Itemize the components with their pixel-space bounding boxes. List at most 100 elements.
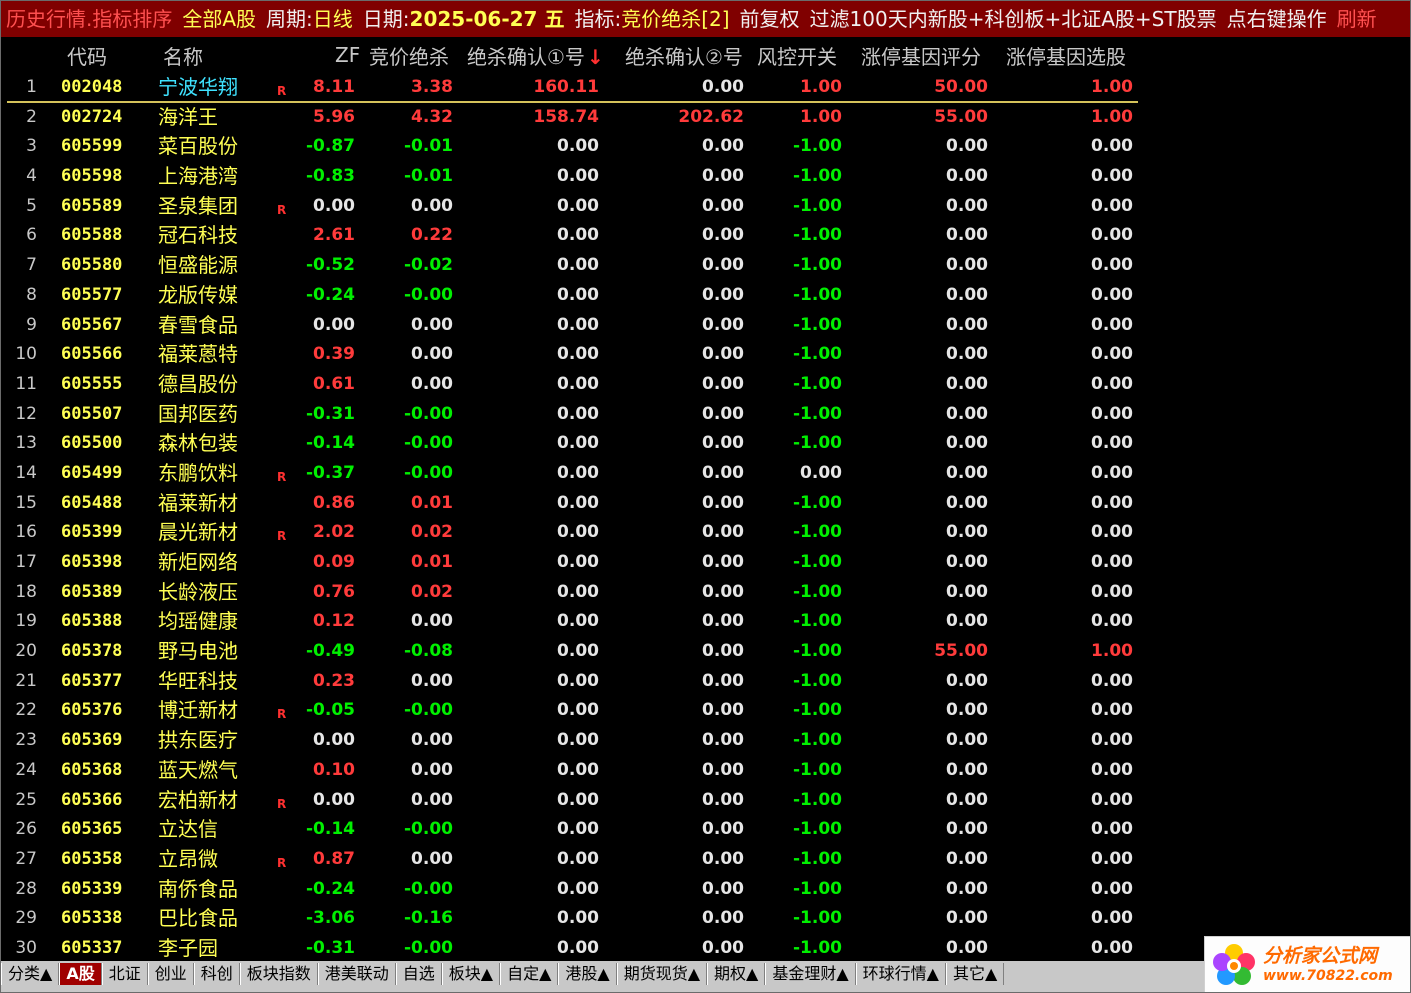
col-header-pf[interactable]: 涨停基因评分 bbox=[861, 41, 981, 70]
tab-6[interactable]: 港美联动 bbox=[317, 963, 396, 985]
col-header-name[interactable]: 名称 bbox=[163, 41, 203, 70]
stock-code: 605378 bbox=[61, 641, 123, 662]
pf-value: 0.00 bbox=[946, 314, 988, 335]
tab-14[interactable]: 环球行情▲ bbox=[855, 963, 946, 985]
stock-code: 605377 bbox=[61, 670, 123, 691]
table-row[interactable]: 1 002048 宁波华翔 R 8.11 3.38 160.11 0.00 1.00 50.00 1… bbox=[1, 73, 1410, 103]
row-index: 12 bbox=[15, 403, 37, 424]
filter-toggle[interactable]: 过滤100天内新股+科创板+北证A股+ST股票 bbox=[805, 1, 1222, 37]
fk-value: 0.00 bbox=[800, 462, 842, 483]
qr2-value: 0.00 bbox=[702, 136, 744, 157]
table-row[interactable]: 2 002724 海洋王 5.96 4.32 158.74 202.62 1.00 55.00 1… bbox=[1, 103, 1410, 133]
adjust-toggle[interactable]: 前复权 bbox=[735, 1, 805, 37]
table-row[interactable]: 18 605389 长龄液压 0.76 0.02 0.00 0.00 -1.00 0.00 0.0… bbox=[1, 578, 1410, 608]
history-quotes-title[interactable]: 历史行情.指标排序 bbox=[1, 1, 177, 37]
tab-0[interactable]: 分类▲ bbox=[1, 963, 60, 985]
table-row[interactable]: 25 605366 宏柏新材 R 0.00 0.00 0.00 0.00 -1.00 0.00 0.… bbox=[1, 786, 1410, 816]
qr2-value: 0.00 bbox=[702, 166, 744, 187]
qr1-value: 0.00 bbox=[557, 373, 599, 394]
col-header-fk[interactable]: 风控开关 bbox=[757, 41, 837, 70]
table-row[interactable]: 10 605566 福莱蒽特 0.39 0.00 0.00 0.00 -1.00 0.00 0.0… bbox=[1, 340, 1410, 370]
table-row[interactable]: 27 605358 立昂微 R 0.87 0.00 0.00 0.00 -1.00 0.00 0.0… bbox=[1, 845, 1410, 875]
stock-name: 春雪食品 bbox=[158, 312, 238, 337]
qr2-value: 0.00 bbox=[702, 641, 744, 662]
tab-3[interactable]: 创业 bbox=[147, 963, 194, 985]
col-header-code[interactable]: 代码 bbox=[67, 41, 107, 70]
table-row[interactable]: 20 605378 野马电池 -0.49 -0.08 0.00 0.00 -1.00 55.00… bbox=[1, 637, 1410, 667]
table-row[interactable]: 12 605507 国邦医药 -0.31 -0.00 0.00 0.00 -1.00 0.00 0… bbox=[1, 400, 1410, 430]
pf-value: 0.00 bbox=[946, 195, 988, 216]
stock-name: 宁波华翔 bbox=[158, 75, 238, 99]
table-row[interactable]: 30 605337 李子园 -0.31 -0.00 0.00 0.00 -1.00 0.00 0.… bbox=[1, 934, 1410, 964]
table-row[interactable]: 4 605598 上海港湾 -0.83 -0.01 0.00 0.00 -1.00 0.00 0.… bbox=[1, 162, 1410, 192]
table-row[interactable]: 28 605339 南侨食品 -0.24 -0.00 0.00 0.00 -1.00 0.00 0… bbox=[1, 875, 1410, 905]
indicator-control[interactable]: 指标:竞价绝杀[2] bbox=[569, 1, 734, 37]
jj-value: 0.00 bbox=[411, 848, 453, 869]
col-header-jj[interactable]: 竞价绝杀 bbox=[369, 41, 449, 70]
table-row[interactable]: 5 605589 圣泉集团 R 0.00 0.00 0.00 0.00 -1.00 0.00 0.0… bbox=[1, 192, 1410, 222]
fk-value: -1.00 bbox=[793, 552, 842, 572]
tab-10[interactable]: 港股▲ bbox=[558, 963, 617, 985]
tab-5[interactable]: 板块指数 bbox=[239, 963, 318, 985]
table-row[interactable]: 9 605567 春雪食品 0.00 0.00 0.00 0.00 -1.00 0.00 0.00 bbox=[1, 311, 1410, 341]
stock-name: 拱东医疗 bbox=[158, 728, 238, 753]
table-row[interactable]: 29 605338 巴比食品 -3.06 -0.16 0.00 0.00 -1.00 0.00 0… bbox=[1, 904, 1410, 934]
pf-value: 0.00 bbox=[946, 581, 988, 602]
table-row[interactable]: 14 605499 东鹏饮料 R -0.37 -0.00 0.00 0.00 0.00 0.00 0… bbox=[1, 459, 1410, 489]
table-row[interactable]: 6 605588 冠石科技 2.61 0.22 0.00 0.00 -1.00 0.00 0.00 bbox=[1, 221, 1410, 251]
xg-value: 0.00 bbox=[1091, 433, 1133, 454]
tab-13[interactable]: 基金理财▲ bbox=[765, 963, 856, 985]
table-row[interactable]: 22 605376 博迁新材 R -0.05 -0.00 0.00 0.00 -1.00 0.00… bbox=[1, 696, 1410, 726]
period-control[interactable]: 周期:日线 bbox=[261, 1, 358, 37]
refresh-button[interactable]: 刷新 bbox=[1332, 1, 1382, 37]
pf-value: 0.00 bbox=[946, 937, 988, 958]
col-header-qr2[interactable]: 绝杀确认②号 bbox=[625, 41, 743, 70]
col-header-qr1[interactable]: 绝杀确认①号 ↓ bbox=[467, 41, 604, 70]
tab-9[interactable]: 自定▲ bbox=[500, 963, 559, 985]
table-row[interactable]: 26 605365 立达信 -0.14 -0.00 0.00 0.00 -1.00 0.00 0.… bbox=[1, 815, 1410, 845]
stock-name: 福莱新材 bbox=[158, 490, 238, 515]
table-row[interactable]: 21 605377 华旺科技 0.23 0.00 0.00 0.00 -1.00 0.00 0.0… bbox=[1, 667, 1410, 697]
jj-value: 0.00 bbox=[411, 611, 453, 632]
stock-name: 晨光新材 bbox=[158, 520, 238, 545]
table-row[interactable]: 16 605399 晨光新材 R 2.02 0.02 0.00 0.00 -1.00 0.00 0.… bbox=[1, 518, 1410, 548]
col-header-zf[interactable]: ZF bbox=[335, 43, 360, 67]
table-row[interactable]: 23 605369 拱东医疗 0.00 0.00 0.00 0.00 -1.00 0.00 0.0… bbox=[1, 726, 1410, 756]
table-row[interactable]: 24 605368 蓝天燃气 0.10 0.00 0.00 0.00 -1.00 0.00 0.0… bbox=[1, 756, 1410, 786]
table-row[interactable]: 8 605577 龙版传媒 -0.24 -0.00 0.00 0.00 -1.00 0.00 0.… bbox=[1, 281, 1410, 311]
tab-12[interactable]: 期权▲ bbox=[707, 963, 766, 985]
table-row[interactable]: 13 605500 森林包装 -0.14 -0.00 0.00 0.00 -1.00 0.00 0… bbox=[1, 429, 1410, 459]
tab-11[interactable]: 期货现货▲ bbox=[616, 963, 708, 985]
stock-name: 上海港湾 bbox=[158, 164, 238, 189]
table-row[interactable]: 11 605555 德昌股份 0.61 0.00 0.00 0.00 -1.00 0.00 0.0… bbox=[1, 370, 1410, 400]
qr1-value: 0.00 bbox=[557, 819, 599, 840]
stock-code: 605376 bbox=[61, 700, 123, 721]
row-index: 1 bbox=[26, 77, 37, 97]
qr2-value: 0.00 bbox=[702, 670, 744, 691]
date-value: 2025-06-27 五 bbox=[409, 7, 565, 31]
table-row[interactable]: 19 605388 均瑶健康 0.12 0.00 0.00 0.00 -1.00 0.00 0.0… bbox=[1, 607, 1410, 637]
table-row[interactable]: 7 605580 恒盛能源 -0.52 -0.02 0.00 0.00 -1.00 0.00 0.… bbox=[1, 251, 1410, 281]
table-row[interactable]: 3 605599 菜百股份 -0.87 -0.01 0.00 0.00 -1.00 0.00 0.… bbox=[1, 132, 1410, 162]
xg-value: 0.00 bbox=[1091, 373, 1133, 394]
tab-2[interactable]: 北证 bbox=[101, 963, 148, 985]
pf-value: 0.00 bbox=[946, 759, 988, 780]
tab-4[interactable]: 科创 bbox=[193, 963, 240, 985]
xg-value: 0.00 bbox=[1091, 492, 1133, 513]
qr2-value: 0.00 bbox=[702, 403, 744, 424]
qr1-value: 0.00 bbox=[557, 937, 599, 958]
fk-value: -1.00 bbox=[793, 284, 842, 305]
tab-8[interactable]: 板块▲ bbox=[441, 963, 501, 985]
date-control[interactable]: 日期:2025-06-27 五 bbox=[358, 1, 570, 37]
tab-7[interactable]: 自选 bbox=[395, 963, 442, 985]
jj-value: 0.01 bbox=[411, 552, 453, 572]
market-selector[interactable]: 全部A股 bbox=[177, 1, 261, 37]
tab-15[interactable]: 其它▲ bbox=[945, 963, 1005, 985]
qr2-value: 0.00 bbox=[702, 730, 744, 751]
col-header-xg[interactable]: 涨停基因选股 bbox=[1006, 41, 1126, 70]
period-label: 周期: bbox=[266, 7, 313, 31]
tab-1[interactable]: A股 bbox=[59, 963, 102, 985]
table-row[interactable]: 17 605398 新炬网络 0.09 0.01 0.00 0.00 -1.00 0.00 0.0… bbox=[1, 548, 1410, 578]
stock-name: 长龄液压 bbox=[158, 579, 238, 604]
table-row[interactable]: 15 605488 福莱新材 0.86 0.01 0.00 0.00 -1.00 0.00 0.0… bbox=[1, 489, 1410, 519]
